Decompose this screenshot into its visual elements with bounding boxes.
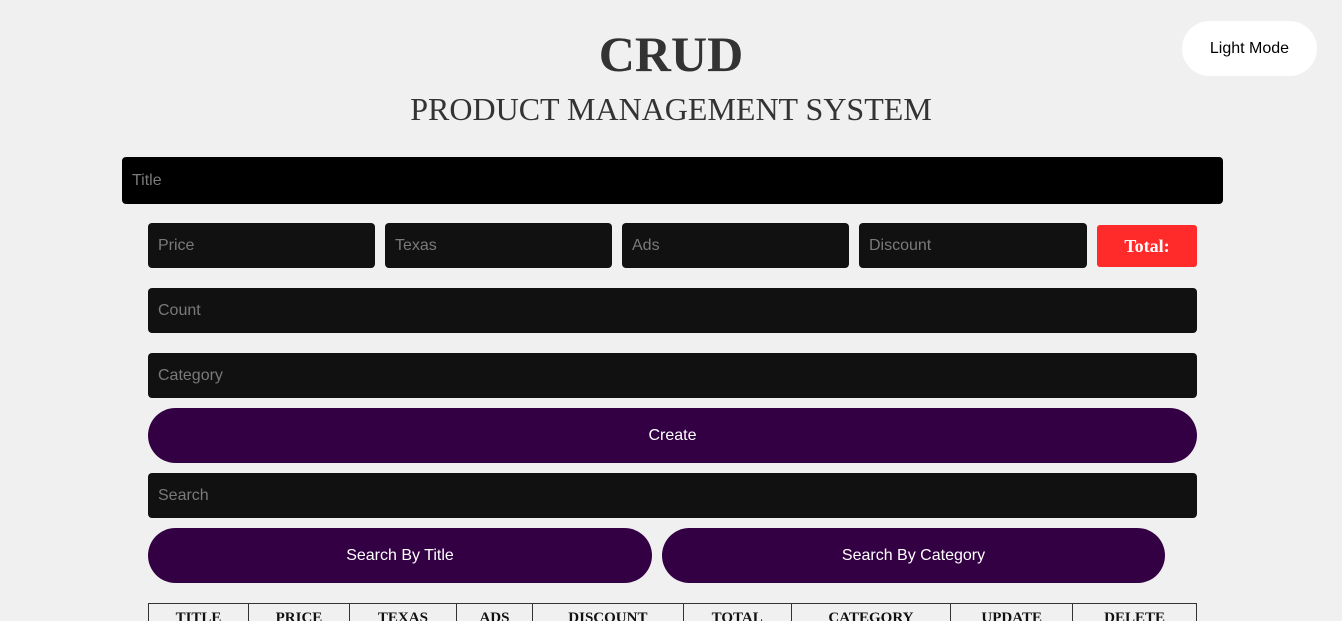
search-input[interactable] bbox=[148, 473, 1197, 518]
discount-input[interactable] bbox=[859, 223, 1087, 268]
column-header-delete: DELETE bbox=[1072, 603, 1197, 621]
column-header-discount: DISCOUNT bbox=[532, 603, 684, 621]
column-header-ads: ADS bbox=[455, 603, 534, 621]
search-by-category-button[interactable]: Search By Category bbox=[662, 528, 1165, 583]
page-subtitle: PRODUCT MANAGEMENT SYSTEM bbox=[410, 91, 932, 127]
light-mode-toggle-button[interactable]: Light Mode bbox=[1182, 21, 1317, 76]
column-header-update: UPDATE bbox=[950, 603, 1074, 621]
create-button[interactable]: Create bbox=[148, 408, 1197, 463]
texas-input[interactable] bbox=[385, 223, 612, 268]
count-input[interactable] bbox=[148, 288, 1197, 333]
title-input[interactable] bbox=[122, 157, 1223, 204]
column-header-price: PRICE bbox=[247, 603, 350, 621]
column-header-title: TITLE bbox=[148, 603, 249, 621]
products-table: TITLE PRICE TEXAS ADS DISCOUNT TOTAL CAT… bbox=[148, 603, 1197, 621]
table-header-row: TITLE PRICE TEXAS ADS DISCOUNT TOTAL CAT… bbox=[148, 603, 1197, 621]
total-badge: Total: bbox=[1097, 225, 1197, 267]
column-header-category: CATEGORY bbox=[790, 603, 952, 621]
search-by-title-button[interactable]: Search By Title bbox=[148, 528, 652, 583]
ads-input[interactable] bbox=[622, 223, 849, 268]
category-input[interactable] bbox=[148, 353, 1197, 398]
column-header-texas: TEXAS bbox=[348, 603, 457, 621]
column-header-total: TOTAL bbox=[682, 603, 792, 621]
page-title: CRUD bbox=[598, 26, 744, 82]
price-input[interactable] bbox=[148, 223, 375, 268]
